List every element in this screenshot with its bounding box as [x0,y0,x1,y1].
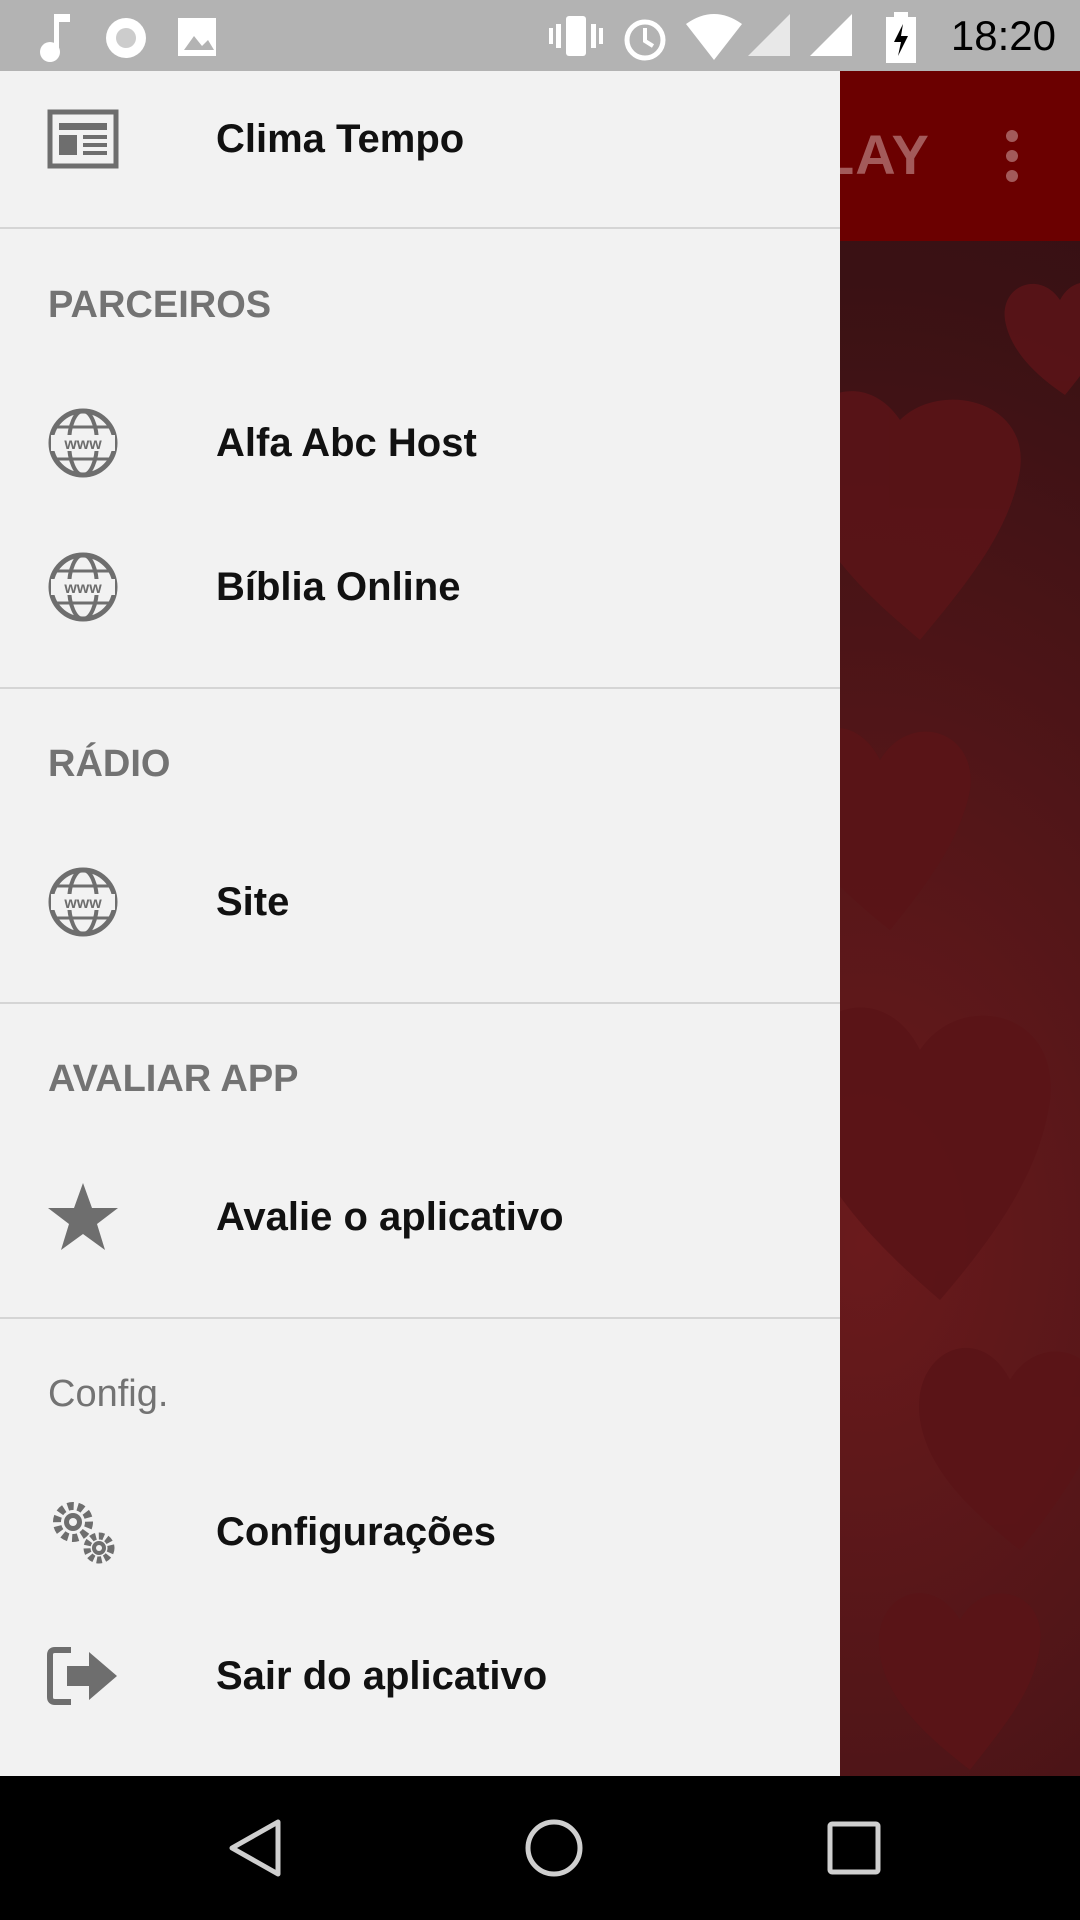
music-icon [40,14,70,62]
alarm-icon [624,19,666,61]
drawer-item-label: Bíblia Online [216,565,461,609]
home-icon[interactable] [522,1816,586,1880]
drawer-item-biblia-online[interactable]: www Bíblia Online [0,515,840,659]
gears-icon [53,1502,115,1564]
web-globe-icon: www [48,408,118,478]
drawer-item-configuracoes[interactable]: Configurações [0,1460,840,1604]
status-time: 18:20 [950,12,1056,59]
radio-icon [106,18,146,58]
drawer-item-label: Sair do aplicativo [216,1654,548,1698]
divider [0,1317,840,1319]
navigation-drawer: Clima Tempo PARCEIROS www Alfa Abc Host … [0,71,840,1776]
wifi-icon [686,14,742,60]
svg-text:www: www [63,436,102,453]
battery-charging-icon [886,12,916,63]
exit-icon [47,1647,117,1705]
drawer-item-label: Avalie o aplicativo [216,1195,564,1239]
signal-icon [748,14,790,56]
overflow-menu-icon[interactable] [1000,130,1024,190]
drawer-item-alfa-abc-host[interactable]: www Alfa Abc Host [0,371,840,515]
drawer-item-label: Configurações [216,1510,497,1554]
status-bar: 18:20 [0,0,1080,71]
section-header-parceiros: PARCEIROS [48,284,272,326]
divider [0,1002,840,1004]
divider [0,227,840,229]
newspaper-icon [47,109,119,169]
drawer-item-avalie-o-aplicativo[interactable]: Avalie o aplicativo [0,1145,840,1289]
divider [0,687,840,689]
drawer-item-label: Clima Tempo [216,117,465,161]
recents-icon[interactable] [822,1816,886,1880]
section-header-radio: RÁDIO [48,743,171,785]
back-icon[interactable] [224,1816,288,1880]
drawer-item-label: Site [216,880,290,924]
drawer-item-label: Alfa Abc Host [216,421,477,465]
svg-text:www: www [63,580,102,597]
star-icon [48,1183,118,1250]
system-nav-bar [0,1776,1080,1920]
signal-icon [810,14,852,56]
vibrate-icon [549,16,603,56]
web-globe-icon: www [48,552,118,622]
section-header-config: Config. [48,1373,169,1415]
drawer-item-clima-tempo[interactable]: Clima Tempo [0,71,840,211]
image-icon [178,18,216,56]
drawer-item-sair-do-aplicativo[interactable]: Sair do aplicativo [0,1604,840,1748]
web-globe-icon: www [48,867,118,937]
svg-text:www: www [63,895,102,912]
drawer-item-site[interactable]: www Site [0,830,840,974]
section-header-avaliar-app: AVALIAR APP [48,1058,299,1100]
